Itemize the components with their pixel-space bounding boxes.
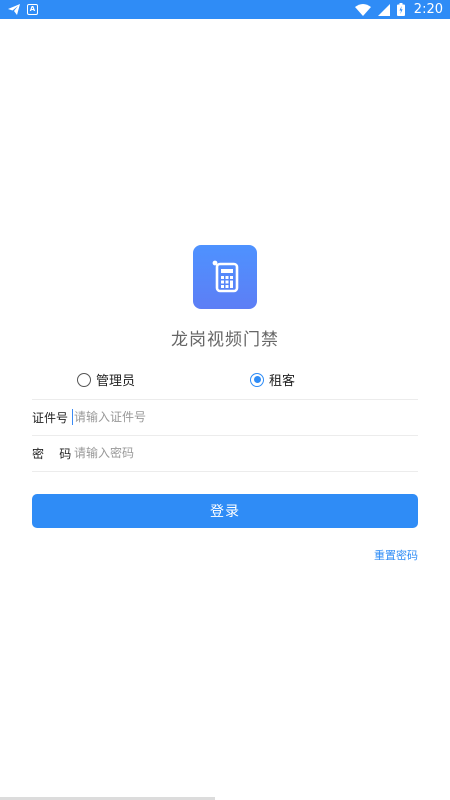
status-bar: A 2:20 <box>0 0 450 19</box>
status-time: 2:20 <box>413 2 443 17</box>
radio-tenant-label: 租客 <box>269 374 296 389</box>
signal-icon <box>377 3 390 16</box>
radio-tenant[interactable]: 租客 <box>250 370 295 389</box>
role-selector: 管理员 租客 <box>0 370 450 392</box>
wifi-icon <box>354 3 371 16</box>
password-row: 密 码 <box>32 436 418 470</box>
app-a-icon: A <box>27 4 38 15</box>
app-logo <box>193 245 257 309</box>
battery-icon <box>396 3 405 16</box>
status-right-icons: 2:20 <box>354 2 443 17</box>
radio-admin[interactable]: 管理员 <box>77 370 135 389</box>
id-number-label: 证件号 <box>32 410 69 425</box>
app-title: 龙岗视频门禁 <box>171 330 279 350</box>
id-number-row: 证件号 <box>32 400 418 434</box>
telegram-icon <box>8 4 20 15</box>
radio-admin-circle[interactable] <box>77 372 91 387</box>
calculator-icon <box>212 260 239 293</box>
text-cursor <box>72 409 73 425</box>
id-number-input[interactable] <box>74 403 418 431</box>
status-left-icons: A <box>8 4 38 15</box>
radio-tenant-circle[interactable] <box>250 372 264 387</box>
divider <box>32 471 418 472</box>
password-input[interactable] <box>72 439 418 467</box>
login-button[interactable]: 登录 <box>32 494 418 528</box>
radio-admin-label: 管理员 <box>96 374 136 389</box>
reset-password-link[interactable]: 重置密码 <box>374 547 418 563</box>
radio-selected-dot <box>253 376 261 383</box>
password-label: 密 码 <box>32 446 72 461</box>
